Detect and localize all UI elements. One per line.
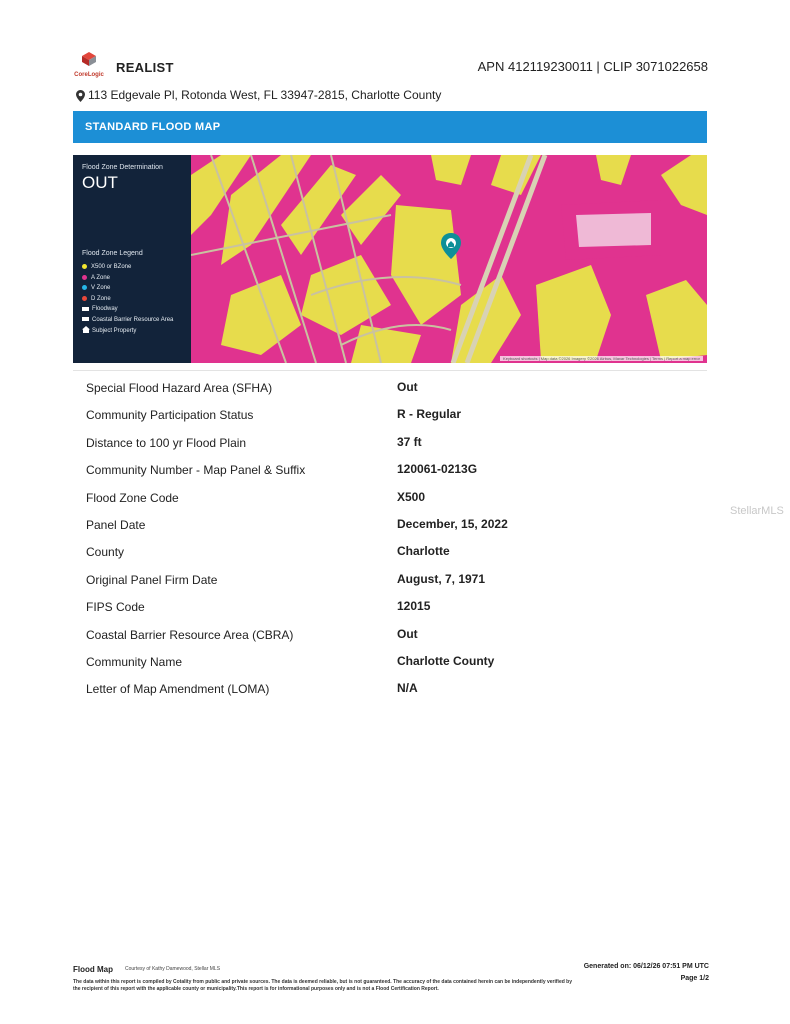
legend-item: D Zone: [82, 294, 173, 305]
legend-label: Coastal Barrier Resource Area: [92, 316, 174, 323]
legend-item: Subject Property: [82, 326, 173, 337]
detail-value: Charlotte: [397, 544, 450, 559]
report-header: CoreLogic REALIST APN 412119230011 | CLI…: [72, 50, 708, 86]
detail-value: X500: [397, 489, 426, 504]
footer-disclaimer: The data within this report is compiled …: [73, 979, 572, 992]
detail-value: N/A: [397, 681, 418, 696]
section-title: STANDARD FLOOD MAP: [85, 121, 221, 133]
legend-label: D Zone: [91, 295, 111, 302]
corelogic-logo: CoreLogic: [72, 50, 106, 84]
logo-text: CoreLogic: [74, 72, 104, 78]
detail-label: County: [86, 545, 125, 560]
flood-details-table: Special Flood Hazard Area (SFHA) Out Commu…: [73, 374, 707, 703]
legend-swatch-icon: [82, 274, 87, 280]
detail-row: Special Flood Hazard Area (SFHA) Out: [73, 374, 707, 401]
legend-item: X500 or BZone: [82, 262, 173, 273]
detail-label: Distance to 100 yr Flood Plain: [86, 435, 247, 450]
legend-label: V Zone: [91, 285, 111, 292]
legend-swatch-icon: [82, 306, 89, 311]
detail-value: August, 7, 1971: [397, 571, 486, 586]
stellar-mls-watermark: StellarMLS: [730, 505, 784, 517]
detail-value: Charlotte County: [397, 653, 495, 668]
detail-row: Community Name Charlotte County: [73, 648, 707, 675]
detail-value: Out: [397, 626, 418, 641]
detail-row: Original Panel Firm Date August, 7, 1971: [73, 566, 707, 593]
legend-label: Subject Property: [92, 327, 137, 334]
legend-label: X500 or BZone: [91, 264, 132, 270]
legend-item: Coastal Barrier Resource Area: [82, 315, 173, 326]
detail-row: Community Number - Map Panel & Suffix 120…: [73, 456, 707, 483]
detail-label: Community Number - Map Panel & Suffix: [86, 463, 306, 478]
detail-value: R - Regular: [397, 407, 462, 422]
detail-label: Special Flood Hazard Area (SFHA): [86, 381, 273, 395]
determination-value: OUT: [82, 173, 118, 192]
detail-value: Out: [397, 380, 418, 394]
legend-label: A Zone: [91, 274, 111, 281]
flood-map[interactable]: Flood Zone Determination OUT Flood Zone …: [73, 155, 707, 363]
detail-label: Panel Date: [86, 517, 146, 532]
location-pin-icon: [76, 90, 85, 102]
detail-value: 12015: [397, 599, 431, 614]
detail-value: 120061-0213G: [397, 462, 478, 477]
detail-label: Letter of Map Amendment (LOMA): [86, 682, 270, 697]
flood-zone-map-image[interactable]: [191, 155, 707, 363]
home-icon: [82, 326, 90, 334]
divider: [73, 370, 707, 371]
building-outline: [576, 213, 651, 247]
detail-label: Community Participation Status: [86, 408, 254, 423]
detail-label: Original Panel Firm Date: [86, 572, 218, 587]
determination-label: Flood Zone Determination: [82, 164, 163, 171]
legend-item: A Zone: [82, 273, 173, 284]
detail-row: Flood Zone Code X500: [73, 484, 707, 511]
apn-clip: APN 412119230011 | CLIP 3071022658: [477, 59, 708, 74]
legend-swatch-icon: [82, 295, 87, 301]
legend-list: X500 or BZone A Zone V Zone D Zone Floodway C…: [82, 262, 173, 336]
legend-item: Floodway: [82, 304, 173, 315]
legend-swatch-icon: [82, 263, 87, 269]
detail-label: FIPS Code: [86, 600, 145, 615]
footer-title: Flood Map: [73, 965, 113, 974]
detail-row: Letter of Map Amendment (LOMA) N/A: [73, 675, 707, 702]
legend-swatch-icon: [82, 317, 89, 322]
legend-swatch-icon: [82, 285, 87, 291]
detail-value: December, 15, 2022: [397, 516, 508, 531]
section-banner: STANDARD FLOOD MAP: [73, 111, 707, 143]
detail-label: Coastal Barrier Resource Area (CBRA): [86, 627, 294, 642]
map-attribution[interactable]: Keyboard shortcuts | Map data ©2026 Imag…: [500, 356, 703, 361]
detail-label: Flood Zone Code: [86, 490, 179, 505]
legend-label: Floodway: [92, 306, 118, 313]
brand-name: REALIST: [116, 60, 174, 75]
detail-row: County Charlotte: [73, 538, 707, 565]
property-address: 113 Edgevale Pl, Rotonda West, FL 33947-…: [88, 88, 442, 102]
footer-courtesy: Courtesy of Kathy Damewood, Stellar MLS: [125, 966, 221, 972]
detail-label: Community Name: [86, 654, 183, 669]
detail-value: 37 ft: [397, 434, 422, 449]
detail-row: Community Participation Status R - Regula…: [73, 401, 707, 428]
legend-item: V Zone: [82, 283, 173, 294]
detail-row: Distance to 100 yr Flood Plain 37 ft: [73, 429, 707, 456]
generated-timestamp: Generated on: 06/12/26 07:51 PM UTC: [583, 963, 709, 970]
corelogic-logo-icon: [82, 52, 96, 66]
map-legend-panel: Flood Zone Determination OUT Flood Zone …: [73, 155, 191, 363]
legend-title: Flood Zone Legend: [82, 250, 143, 257]
report-footer: Flood Map Courtesy of Kathy Damewood, St…: [73, 963, 709, 999]
detail-row: Panel Date December, 15, 2022: [73, 511, 707, 538]
detail-row: Coastal Barrier Resource Area (CBRA) Out: [73, 621, 707, 648]
detail-row: FIPS Code 12015: [73, 593, 707, 620]
page-number: Page 1/2: [680, 975, 709, 982]
